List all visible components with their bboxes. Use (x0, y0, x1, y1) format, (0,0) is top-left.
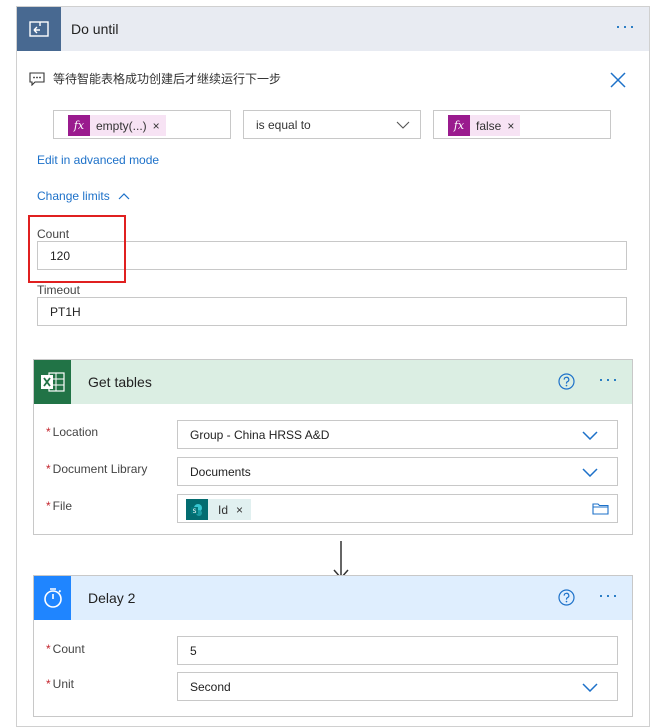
condition-left-input[interactable]: fx empty(...) × (53, 110, 231, 139)
comment-icon (29, 71, 45, 86)
comment-row[interactable]: 等待智能表格成功创建后才继续运行下一步 (29, 70, 281, 87)
condition-right-input[interactable]: fx false × (433, 110, 611, 139)
delay-header[interactable]: Delay 2 ··· (34, 576, 632, 620)
sharepoint-icon: S (186, 499, 208, 520)
delay-count-value: 5 (190, 644, 197, 658)
do-until-header[interactable]: Do until ··· (17, 7, 649, 51)
excel-icon (34, 360, 71, 404)
timeout-value: PT1H (50, 305, 81, 319)
more-options-icon[interactable]: ··· (615, 17, 636, 35)
file-token[interactable]: S Id × (186, 499, 252, 520)
timer-icon (34, 576, 71, 620)
operator-select[interactable]: is equal to (243, 110, 421, 139)
timeout-input[interactable]: PT1H (37, 297, 627, 326)
edit-advanced-mode-link[interactable]: Edit in advanced mode (37, 153, 159, 167)
comment-text: 等待智能表格成功创建后才继续运行下一步 (53, 72, 282, 86)
help-icon[interactable] (558, 589, 575, 606)
expression-token-label: empty(...) (96, 118, 147, 133)
delay-card: Delay 2 ··· * Count 5 * Unit Second (33, 575, 633, 717)
delay-title: Delay 2 (88, 590, 136, 606)
unit-label: * Unit (46, 677, 75, 691)
location-value: Group - China HRSS A&D (190, 428, 330, 442)
chevron-down-icon (582, 468, 598, 477)
get-tables-title: Get tables (88, 374, 152, 390)
file-label: * File (46, 499, 73, 513)
file-input[interactable]: S Id × (177, 494, 618, 523)
location-label: * Location (46, 425, 99, 439)
document-library-select[interactable]: Documents (177, 457, 618, 486)
do-until-title: Do until (71, 21, 119, 37)
remove-token-icon[interactable]: × (236, 503, 251, 517)
svg-text:S: S (193, 508, 197, 515)
get-tables-card: Get tables ··· * Location Group - China H… (33, 359, 633, 535)
timeout-label: Timeout (37, 283, 80, 297)
unit-value: Second (190, 680, 231, 694)
folder-icon[interactable] (592, 502, 609, 515)
chevron-down-icon (582, 431, 598, 440)
do-until-container: Do until ··· 等待智能表格成功创建后才继续运行下一步 fx empt… (16, 6, 650, 727)
document-library-value: Documents (190, 465, 251, 479)
expression-token-left[interactable]: fx empty(...) × (68, 115, 166, 136)
file-token-label: Id (218, 502, 229, 517)
change-limits-toggle[interactable]: Change limits (37, 189, 130, 203)
unit-select[interactable]: Second (177, 672, 618, 701)
chevron-down-icon (582, 683, 598, 692)
delay-count-input[interactable]: 5 (177, 636, 618, 665)
remove-token-icon[interactable]: × (153, 119, 160, 133)
expression-token-label: false (476, 118, 502, 133)
chevron-up-icon (118, 192, 130, 199)
fx-icon: fx (68, 115, 90, 136)
close-icon[interactable] (609, 71, 627, 89)
more-options-icon[interactable]: ··· (598, 370, 619, 388)
help-icon[interactable] (558, 373, 575, 390)
get-tables-header[interactable]: Get tables ··· (34, 360, 632, 404)
expression-token-right[interactable]: fx false × (448, 115, 521, 136)
remove-token-icon[interactable]: × (507, 119, 514, 133)
delay-count-label: * Count (46, 642, 85, 656)
operator-value: is equal to (256, 118, 311, 132)
location-select[interactable]: Group - China HRSS A&D (177, 420, 618, 449)
more-options-icon[interactable]: ··· (598, 586, 619, 604)
document-library-label: * Document Library (46, 462, 148, 476)
chevron-down-icon (396, 121, 410, 129)
change-limits-label: Change limits (37, 189, 110, 203)
highlight-annotation (28, 215, 126, 283)
loop-icon (17, 7, 61, 51)
fx-icon: fx (448, 115, 470, 136)
